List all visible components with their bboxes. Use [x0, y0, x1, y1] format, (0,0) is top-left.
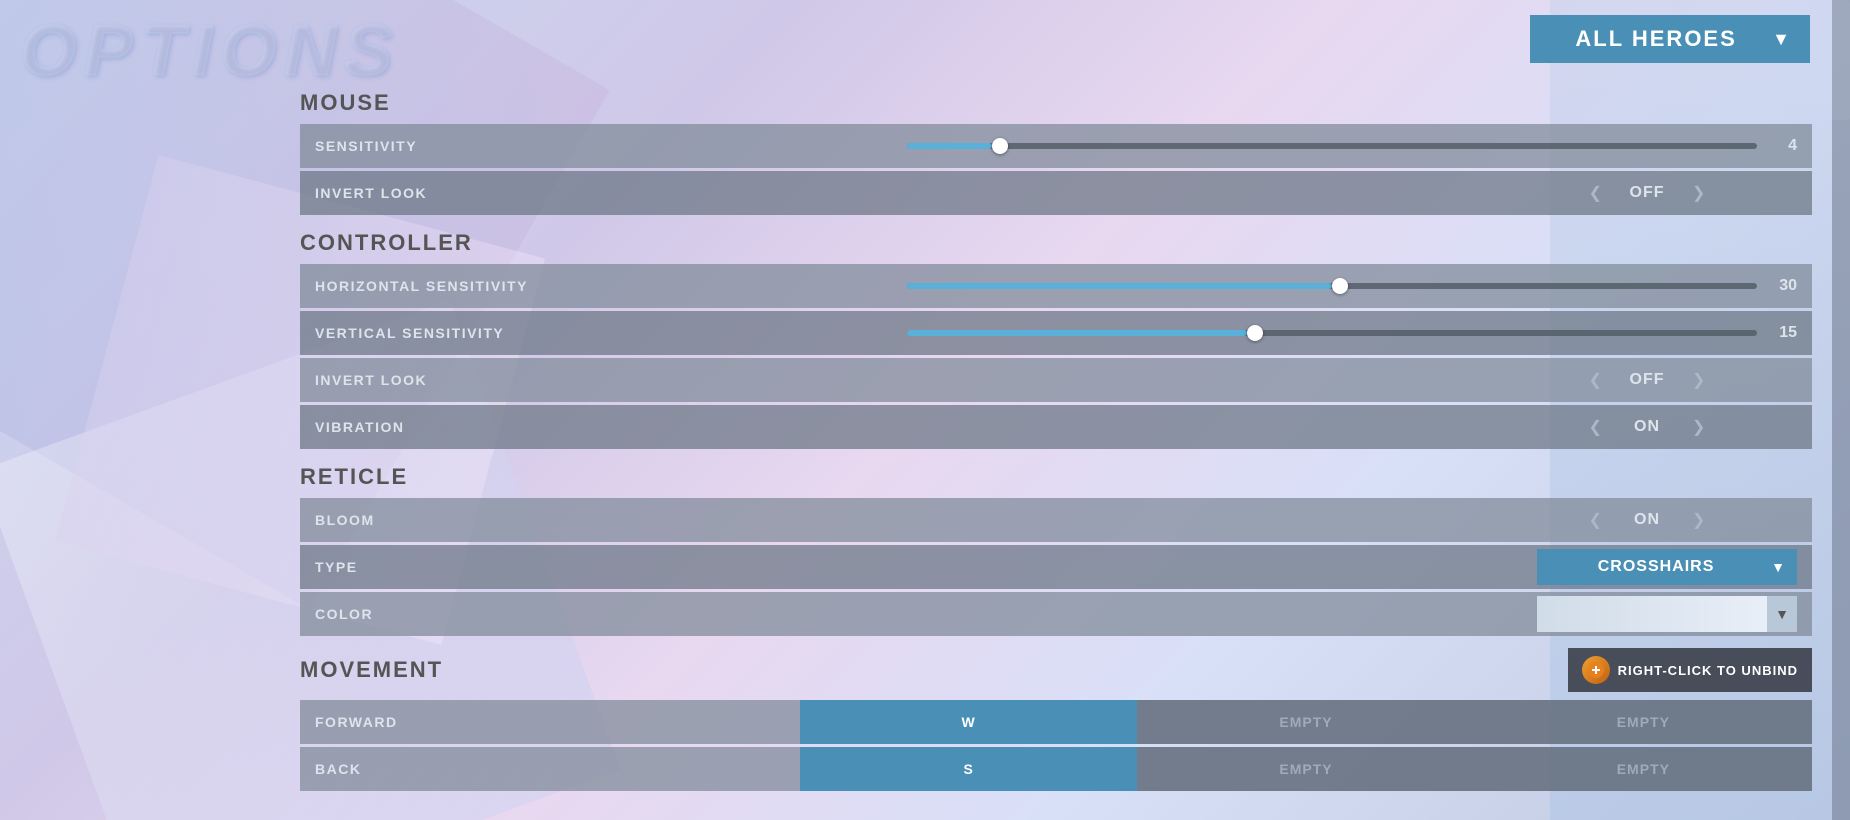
slider-value-vert: 15	[1767, 324, 1797, 342]
keybind-row-forward: FORWARD W EMPTY EMPTY	[300, 700, 1812, 744]
row-vibration: VIBRATION ❮ ON ❯	[300, 405, 1812, 449]
section-reticle: RETICLE	[300, 464, 1812, 490]
page-title: OPTIONS	[20, 10, 400, 92]
toggle-right-arrow-vibration[interactable]: ❯	[1692, 417, 1705, 437]
unbind-icon	[1582, 656, 1610, 684]
toggle-left-arrow-vibration[interactable]: ❮	[1589, 417, 1602, 437]
content-area: MOUSE SENSITIVITY 4 INVERT LOOK ❮ OFF ❯ …	[280, 75, 1832, 820]
slider-sensitivity[interactable]: 4	[897, 137, 1797, 155]
slider-fill-sensitivity	[907, 143, 992, 149]
toggle-left-arrow-bloom[interactable]: ❮	[1589, 510, 1602, 530]
toggle-value-mouse-invert: OFF	[1617, 184, 1677, 202]
toggle-right-arrow-bloom[interactable]: ❯	[1692, 510, 1705, 530]
section-controller: CONTROLLER	[300, 230, 1812, 256]
label-bloom: BLOOM	[315, 512, 1497, 528]
toggle-right-arrow-ctrl-invert[interactable]: ❯	[1692, 370, 1705, 390]
label-vert-sensitivity: VERTICAL SENSITIVITY	[315, 325, 897, 341]
color-picker-arrow-icon[interactable]: ▼	[1767, 596, 1797, 632]
row-type: TYPE CROSSHAIRS ▼	[300, 545, 1812, 589]
toggle-vibration[interactable]: ❮ ON ❯	[1497, 417, 1797, 437]
slider-thumb-sensitivity[interactable]	[992, 138, 1008, 154]
toggle-value-bloom: ON	[1617, 511, 1677, 529]
keybind-slot-forward-3[interactable]: EMPTY	[1475, 700, 1812, 744]
type-dropdown[interactable]: CROSSHAIRS ▼	[1537, 549, 1797, 585]
controller-svg-icon	[1587, 661, 1605, 679]
row-mouse-invert: INVERT LOOK ❮ OFF ❯	[300, 171, 1812, 215]
row-bloom: BLOOM ❮ ON ❯	[300, 498, 1812, 542]
unbind-button[interactable]: RIGHT-CLICK TO UNBIND	[1568, 648, 1812, 692]
slider-horiz-sensitivity[interactable]: 30	[897, 277, 1797, 295]
label-horiz-sensitivity: HORIZONTAL SENSITIVITY	[315, 278, 897, 294]
toggle-mouse-invert[interactable]: ❮ OFF ❯	[1497, 183, 1797, 203]
slider-fill-vert	[907, 330, 1247, 336]
movement-header: MOVEMENT RIGHT-CLICK TO UNBIND	[300, 648, 1812, 692]
keybind-slot-forward-2[interactable]: EMPTY	[1137, 700, 1474, 744]
label-type: TYPE	[315, 559, 1537, 575]
toggle-value-vibration: ON	[1617, 418, 1677, 436]
keybind-row-back: BACK S EMPTY EMPTY	[300, 747, 1812, 791]
toggle-right-arrow-mouse-invert[interactable]: ❯	[1692, 183, 1705, 203]
label-ctrl-invert: INVERT LOOK	[315, 372, 1497, 388]
section-movement: MOVEMENT	[300, 657, 443, 683]
scrollbar-thumb[interactable]	[1832, 0, 1850, 120]
color-swatch	[1537, 596, 1767, 632]
toggle-left-arrow-mouse-invert[interactable]: ❮	[1589, 183, 1602, 203]
slider-track-sensitivity[interactable]	[907, 143, 1757, 149]
color-picker[interactable]: ▼	[1537, 596, 1797, 632]
keybind-slot-back-1[interactable]: S	[800, 747, 1137, 791]
label-sensitivity: SENSITIVITY	[315, 138, 897, 154]
row-horiz-sensitivity: HORIZONTAL SENSITIVITY 30	[300, 264, 1812, 308]
row-ctrl-invert: INVERT LOOK ❮ OFF ❯	[300, 358, 1812, 402]
label-color: COLOR	[315, 606, 1537, 622]
slider-track-horiz[interactable]	[907, 283, 1757, 289]
toggle-left-arrow-ctrl-invert[interactable]: ❮	[1589, 370, 1602, 390]
keybind-slot-forward-1[interactable]: W	[800, 700, 1137, 744]
row-vert-sensitivity: VERTICAL SENSITIVITY 15	[300, 311, 1812, 355]
toggle-bloom[interactable]: ❮ ON ❯	[1497, 510, 1797, 530]
type-dropdown-arrow-icon: ▼	[1771, 559, 1785, 575]
slider-fill-horiz	[907, 283, 1332, 289]
keybind-slot-back-2[interactable]: EMPTY	[1137, 747, 1474, 791]
type-dropdown-label: CROSSHAIRS	[1549, 558, 1763, 576]
toggle-ctrl-invert[interactable]: ❮ OFF ❯	[1497, 370, 1797, 390]
label-vibration: VIBRATION	[315, 419, 1497, 435]
keybind-label-forward: FORWARD	[300, 714, 800, 730]
row-color: COLOR ▼	[300, 592, 1812, 636]
row-sensitivity: SENSITIVITY 4	[300, 124, 1812, 168]
hero-dropdown[interactable]: ALL HEROES ▼	[1530, 15, 1810, 63]
keybind-slot-back-3[interactable]: EMPTY	[1475, 747, 1812, 791]
hero-dropdown-arrow-icon: ▼	[1772, 29, 1790, 50]
slider-vert-sensitivity[interactable]: 15	[897, 324, 1797, 342]
keybind-label-back: BACK	[300, 761, 800, 777]
hero-selector-container: ALL HEROES ▼	[1530, 15, 1810, 63]
slider-value-sensitivity: 4	[1767, 137, 1797, 155]
unbind-text: RIGHT-CLICK TO UNBIND	[1618, 663, 1798, 678]
hero-dropdown-label: ALL HEROES	[1550, 26, 1762, 52]
slider-thumb-horiz[interactable]	[1332, 278, 1348, 294]
slider-thumb-vert[interactable]	[1247, 325, 1263, 341]
scrollbar[interactable]	[1832, 0, 1850, 820]
toggle-value-ctrl-invert: OFF	[1617, 371, 1677, 389]
slider-value-horiz: 30	[1767, 277, 1797, 295]
section-mouse: MOUSE	[300, 90, 1812, 116]
slider-track-vert[interactable]	[907, 330, 1757, 336]
label-mouse-invert: INVERT LOOK	[315, 185, 1497, 201]
